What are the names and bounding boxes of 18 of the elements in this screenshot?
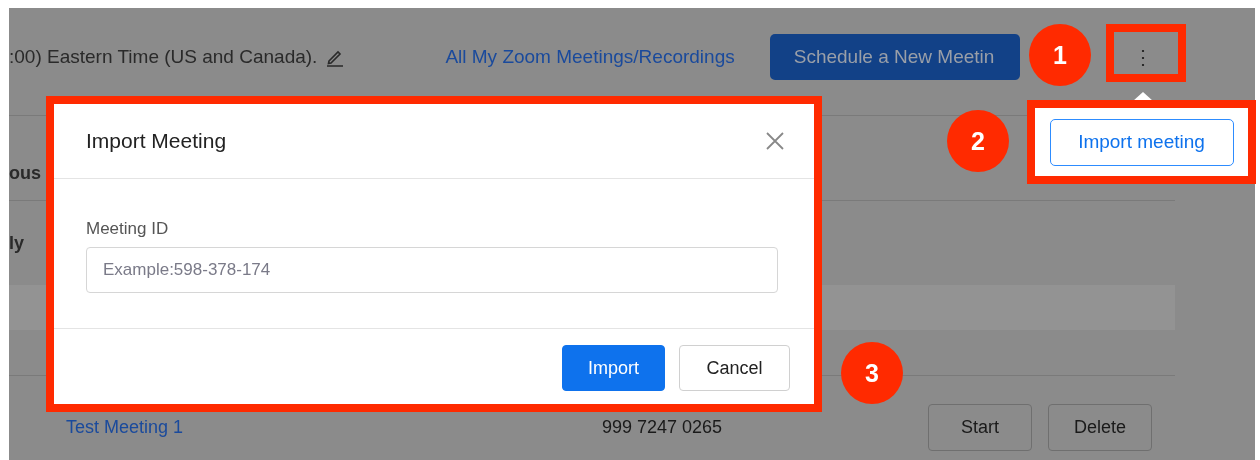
row-action-button[interactable]: Delete <box>1048 403 1152 451</box>
timezone-text: :00) Eastern Time (US and Canada). <box>9 46 318 68</box>
popover-caret <box>1133 92 1153 101</box>
more-button[interactable]: ⋮ <box>1127 37 1158 77</box>
schedule-meeting-button[interactable]: Schedule a New Meetin <box>769 34 1020 80</box>
close-icon[interactable] <box>766 132 784 150</box>
dialog-title: Import Meeting <box>86 129 228 153</box>
meeting-id: 999 7247 0265 <box>602 416 724 438</box>
meeting-topic-link[interactable]: Test Meeting 1 <box>66 416 602 438</box>
section-label: ly <box>9 232 24 254</box>
cancel-button[interactable]: Cancel <box>679 345 790 391</box>
section-label: ous <box>9 162 41 184</box>
meeting-id-field[interactable]: Example:598-378-174 <box>86 247 778 293</box>
import-button[interactable]: Import <box>562 345 665 391</box>
field-label: Meeting ID <box>86 219 169 239</box>
meetings-link[interactable]: All My Zoom Meetings/Recordings <box>445 46 735 68</box>
import-meeting-button[interactable]: Import meeting <box>1049 118 1234 166</box>
row-action-button[interactable]: Start <box>928 403 1032 451</box>
